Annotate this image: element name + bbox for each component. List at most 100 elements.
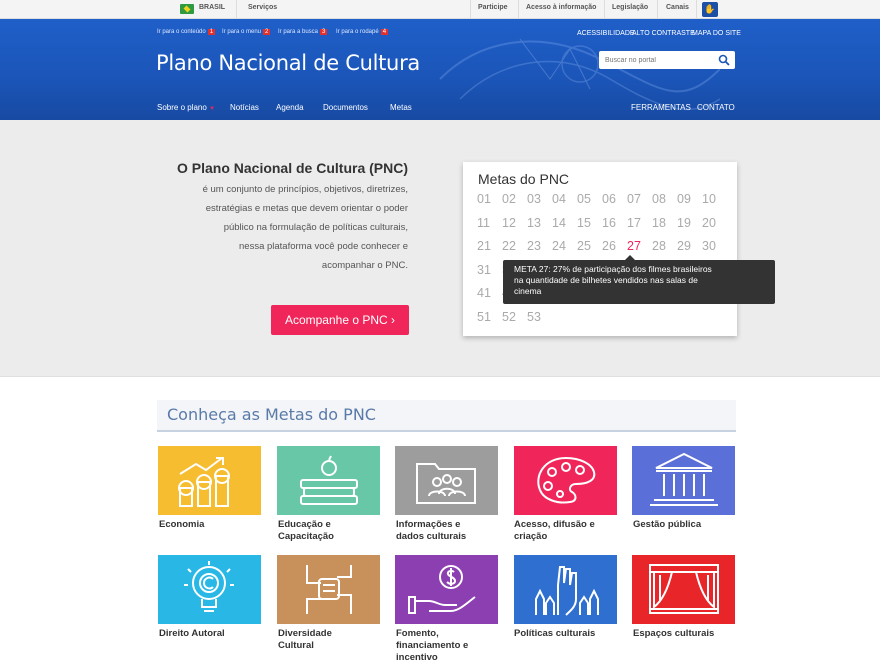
tile-label-informacoes[interactable]: Informações e dados culturais: [396, 519, 508, 543]
tile-label-espacos[interactable]: Espaços culturais: [633, 628, 745, 640]
gov-bar-link-acesso[interactable]: Acesso à informação: [526, 4, 596, 11]
divider: [236, 0, 237, 19]
meta-number-30[interactable]: 30: [702, 239, 716, 253]
tile-label-line: financiamento e: [396, 640, 469, 651]
tile-label-line: Educação e: [278, 519, 331, 530]
meta-number-04[interactable]: 04: [552, 192, 566, 206]
meta-tooltip: META 27: 27% de participação dos filmes …: [503, 255, 775, 304]
palette-icon: [514, 446, 617, 515]
gov-bar-country[interactable]: BRASIL: [199, 4, 225, 11]
accessibility-hand-icon[interactable]: ✋: [702, 2, 718, 17]
skip-link-search[interactable]: Ir para a busca 3: [278, 29, 328, 35]
meta-number-01[interactable]: 01: [477, 192, 491, 206]
meta-number-22[interactable]: 22: [502, 239, 516, 253]
skip-link-content[interactable]: Ir para o conteúdo 1: [157, 29, 216, 35]
meta-number-17[interactable]: 17: [627, 216, 641, 230]
skip-link-footer[interactable]: Ir para o rodapé 4: [336, 29, 389, 35]
meta-number-51[interactable]: 51: [477, 310, 491, 324]
meta-number-20[interactable]: 20: [702, 216, 716, 230]
link-alto-contraste[interactable]: ALTO CONTRASTE: [632, 30, 695, 37]
nav-ferramentas[interactable]: FERRAMENTAS: [631, 103, 691, 112]
tile-acesso[interactable]: [514, 446, 617, 515]
link-acessibilidade[interactable]: ACESSIBILIDADE: [577, 30, 635, 37]
skip-link-label: Ir para o conteúdo: [157, 29, 206, 35]
meta-number-10[interactable]: 10: [702, 192, 716, 206]
skip-link-label: Ir para o rodapé: [336, 29, 379, 35]
meta-number-18[interactable]: 18: [652, 216, 666, 230]
skip-link-label: Ir para a busca: [278, 29, 319, 35]
meta-number-14[interactable]: 14: [552, 216, 566, 230]
nav-contato[interactable]: CONTATO: [697, 103, 735, 112]
tile-label-politicas[interactable]: Políticas culturais: [514, 628, 626, 640]
meta-number-06[interactable]: 06: [602, 192, 616, 206]
nav-sobre-o-plano[interactable]: Sobre o plano ▼: [157, 103, 215, 112]
hero-text-line: público na formulação de políticas cultu…: [223, 222, 408, 233]
site-header: Ir para o conteúdo 1 Ir para o menu 2 Ir p…: [0, 19, 880, 120]
tile-label-gestao[interactable]: Gestão pública: [633, 519, 745, 531]
meta-number-24[interactable]: 24: [552, 239, 566, 253]
caret-down-icon: ▼: [209, 106, 216, 112]
meta-number-11[interactable]: 11: [477, 216, 490, 230]
meta-number-29[interactable]: 29: [677, 239, 691, 253]
meta-number-41[interactable]: 41: [477, 286, 491, 300]
tile-label-educacao[interactable]: Educação e Capacitação: [278, 519, 390, 543]
meta-number-28[interactable]: 28: [652, 239, 666, 253]
meta-number-31[interactable]: 31: [477, 263, 491, 277]
meta-number-12[interactable]: 12: [502, 216, 516, 230]
site-title[interactable]: Plano Nacional de Cultura: [156, 51, 420, 75]
tile-politicas[interactable]: [514, 555, 617, 624]
tile-direito-autoral[interactable]: [158, 555, 261, 624]
tile-label-direito-autoral[interactable]: Direito Autoral: [159, 628, 271, 640]
meta-number-53[interactable]: 53: [527, 310, 541, 324]
tile-economia[interactable]: [158, 446, 261, 515]
tile-label-economia[interactable]: Economia: [159, 519, 271, 531]
meta-number-23[interactable]: 23: [527, 239, 541, 253]
nav-noticias[interactable]: Notícias: [230, 103, 259, 112]
tooltip-line: cinema: [514, 286, 542, 296]
meta-number-02[interactable]: 02: [502, 192, 516, 206]
meta-number-21[interactable]: 21: [477, 239, 491, 253]
meta-number-27[interactable]: 27: [627, 239, 641, 253]
gov-bar-link-participe[interactable]: Participe: [478, 4, 508, 11]
nav-metas[interactable]: Metas: [390, 103, 412, 112]
gov-bar-link-canais[interactable]: Canais: [666, 4, 689, 11]
meta-number-09[interactable]: 09: [677, 192, 691, 206]
divider: [470, 0, 471, 19]
meta-number-15[interactable]: 15: [577, 216, 591, 230]
tile-gestao[interactable]: [632, 446, 735, 515]
gov-bar-link-legislacao[interactable]: Legislação: [612, 4, 648, 11]
meta-number-07[interactable]: 07: [627, 192, 641, 206]
tile-label-diversidade[interactable]: Diversidade Cultural: [278, 628, 390, 652]
gov-bar-services-link[interactable]: Serviços: [248, 4, 277, 11]
meta-number-52[interactable]: 52: [502, 310, 516, 324]
meta-number-25[interactable]: 25: [577, 239, 591, 253]
meta-number-05[interactable]: 05: [577, 192, 591, 206]
nav-agenda[interactable]: Agenda: [276, 103, 304, 112]
tile-diversidade[interactable]: [277, 555, 380, 624]
tile-informacoes[interactable]: [395, 446, 498, 515]
meta-number-26[interactable]: 26: [602, 239, 616, 253]
building-icon: [632, 446, 735, 515]
tile-fomento[interactable]: [395, 555, 498, 624]
meta-number-08[interactable]: 08: [652, 192, 666, 206]
tile-label-fomento[interactable]: Fomento, financiamento e incentivo: [396, 628, 508, 660]
hero-text-line: acompanhar o PNC.: [321, 260, 408, 271]
tile-espacos[interactable]: [632, 555, 735, 624]
search-input[interactable]: [605, 54, 715, 66]
tile-label-line: Acesso, difusão e: [514, 519, 595, 530]
tile-educacao[interactable]: [277, 446, 380, 515]
brazil-flag-icon: [180, 4, 194, 14]
skip-link-number: 4: [380, 29, 389, 35]
tile-label-acesso[interactable]: Acesso, difusão e criação: [514, 519, 626, 543]
meta-number-03[interactable]: 03: [527, 192, 541, 206]
tile-label-line: Políticas culturais: [514, 628, 596, 639]
skip-link-menu[interactable]: Ir para o menu 2: [222, 29, 271, 35]
link-mapa-do-site[interactable]: MAPA DO SITE: [692, 30, 741, 37]
acompanhe-pnc-button[interactable]: Acompanhe o PNC ›: [271, 305, 409, 335]
search-icon[interactable]: [718, 54, 730, 66]
tile-label-line: Capacitação: [278, 531, 334, 542]
nav-documentos[interactable]: Documentos: [323, 103, 368, 112]
meta-number-13[interactable]: 13: [527, 216, 541, 230]
meta-number-19[interactable]: 19: [677, 216, 691, 230]
meta-number-16[interactable]: 16: [602, 216, 616, 230]
